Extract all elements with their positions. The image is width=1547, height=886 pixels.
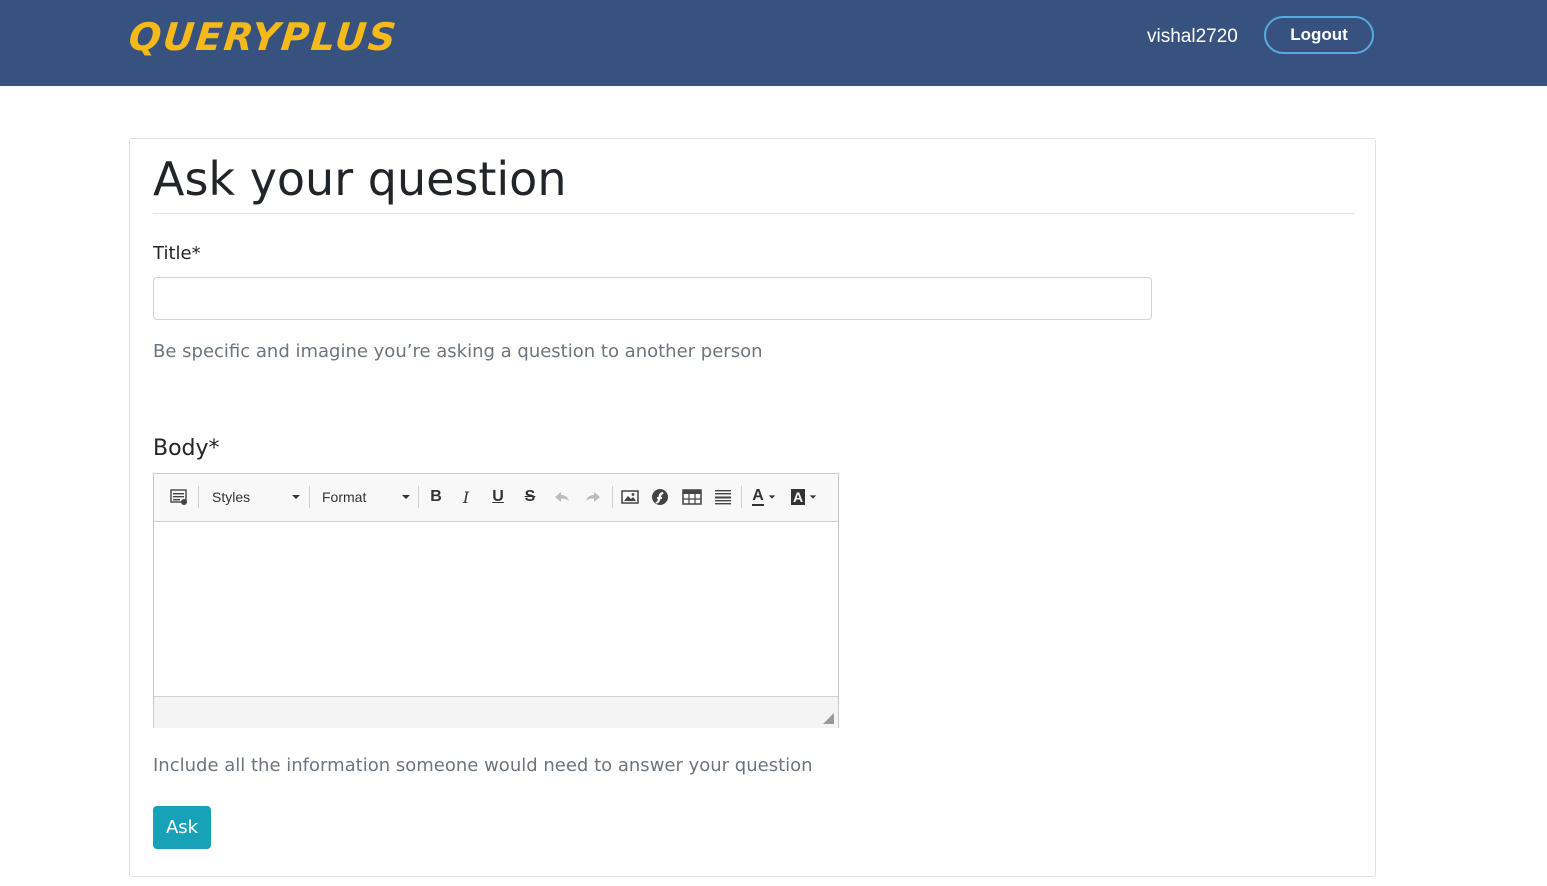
undo-icon[interactable]	[551, 486, 573, 508]
image-icon[interactable]	[619, 486, 641, 508]
horizontal-rule-icon[interactable]	[712, 486, 734, 508]
title-divider	[153, 213, 1354, 214]
toolbar-separator	[309, 486, 310, 508]
strikethrough-icon[interactable]: S	[520, 486, 540, 508]
toolbar-separator	[198, 486, 199, 508]
toolbar-separator	[418, 486, 419, 508]
chevron-down-icon	[809, 495, 817, 499]
flash-icon[interactable]	[649, 486, 671, 508]
page-title: Ask your question	[153, 152, 567, 206]
table-icon[interactable]	[681, 486, 703, 508]
source-icon[interactable]	[168, 486, 190, 508]
body-help-text: Include all the information someone woul…	[153, 755, 813, 776]
editor-toolbar: Styles Format B I U S A A	[154, 474, 838, 522]
title-label: Title*	[153, 243, 201, 264]
editor-status-bar	[154, 696, 838, 728]
ask-question-card: Ask your question Title* Be specific and…	[129, 138, 1376, 877]
brand-logo[interactable]: QUERYPLUS	[126, 12, 400, 62]
background-color-glyph: A	[790, 489, 806, 505]
background-color-icon[interactable]: A	[788, 486, 820, 508]
text-color-glyph: A	[752, 487, 764, 506]
toolbar-separator	[612, 486, 613, 508]
logout-button[interactable]: Logout	[1264, 16, 1374, 54]
top-navbar: QUERYPLUS vishal2720 Logout	[0, 0, 1547, 86]
toolbar-separator	[741, 486, 742, 508]
format-label: Format	[322, 489, 367, 505]
text-color-icon[interactable]: A	[749, 486, 779, 508]
rich-text-editor: Styles Format B I U S A A	[153, 473, 839, 728]
underline-icon[interactable]: U	[488, 486, 508, 508]
title-input[interactable]	[153, 277, 1152, 320]
redo-icon[interactable]	[582, 486, 604, 508]
italic-icon[interactable]: I	[456, 486, 476, 508]
chevron-down-icon	[768, 495, 775, 499]
bold-icon[interactable]: B	[426, 486, 446, 508]
resize-handle-icon[interactable]	[823, 713, 834, 724]
body-label: Body*	[153, 436, 220, 461]
title-help-text: Be specific and imagine you’re asking a …	[153, 341, 763, 362]
username-label[interactable]: vishal2720	[1147, 25, 1238, 49]
ask-button[interactable]: Ask	[153, 806, 211, 849]
styles-label: Styles	[212, 489, 251, 505]
chevron-down-icon	[402, 495, 410, 499]
format-dropdown[interactable]: Format	[322, 486, 410, 508]
styles-dropdown[interactable]: Styles	[212, 486, 300, 508]
chevron-down-icon	[292, 495, 300, 499]
editor-content-area[interactable]	[154, 522, 838, 696]
